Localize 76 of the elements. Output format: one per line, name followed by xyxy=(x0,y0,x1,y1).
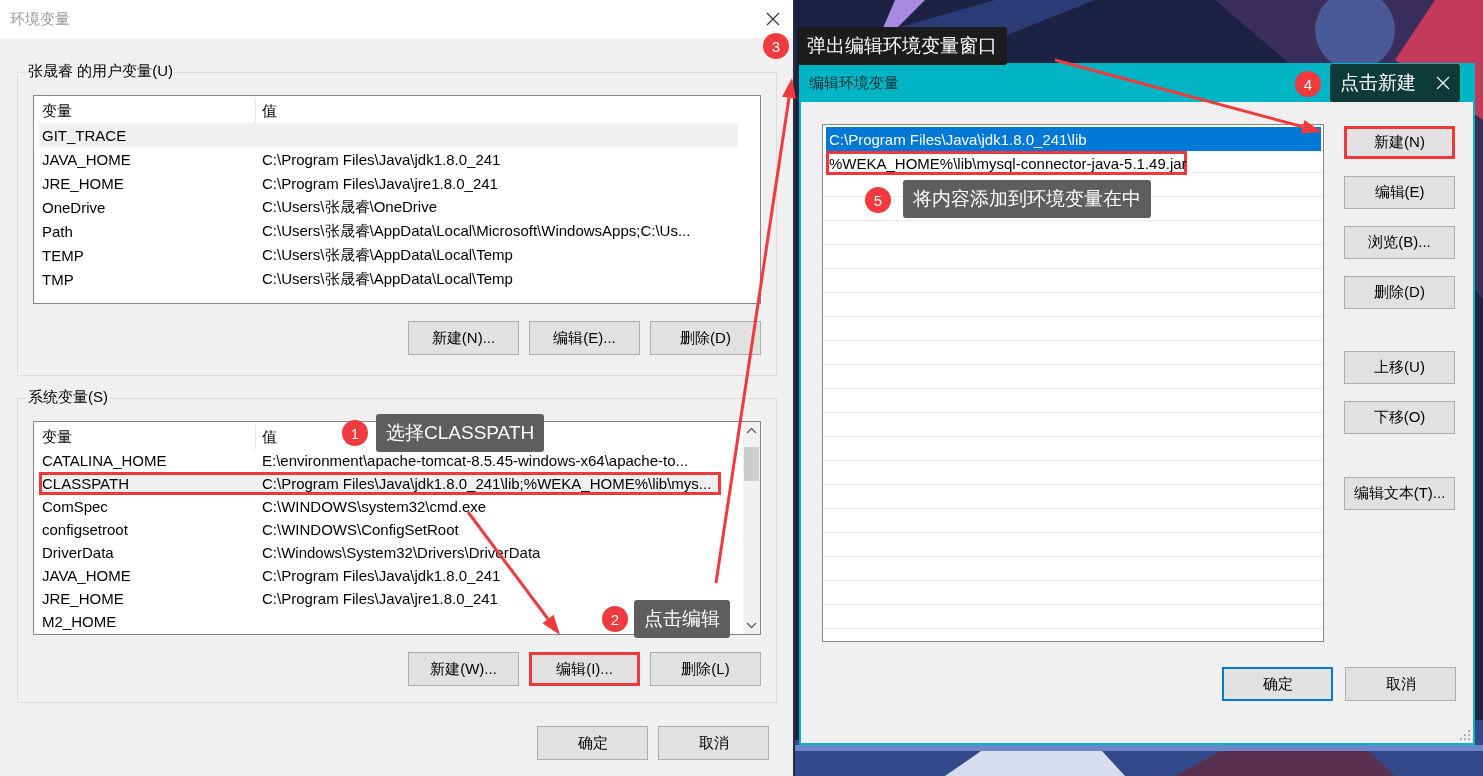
dialog-button[interactable]: 编辑(E) xyxy=(1344,176,1455,209)
variable-name: TMP xyxy=(41,270,75,288)
variable-value: E:\environment\apache-tomcat-8.5.45-windows-x64\apache-to... xyxy=(261,452,689,469)
dialog-button[interactable]: 删除(D) xyxy=(650,321,761,355)
resize-grip-icon xyxy=(1459,729,1471,741)
dialog-button[interactable]: 取消 xyxy=(658,726,769,760)
variable-name: TEMP xyxy=(41,246,85,264)
variable-name: ComSpec xyxy=(41,498,109,515)
window-title: 环境变量 xyxy=(10,9,70,29)
scroll-thumb[interactable] xyxy=(744,447,759,481)
variable-name: JAVA_HOME xyxy=(41,150,132,168)
variable-value: C:\Program Files\Java\jre1.8.0_241 xyxy=(261,174,498,192)
variable-name: JRE_HOME xyxy=(41,174,125,192)
group-label: 张晟睿 的用户变量(U) xyxy=(26,62,175,81)
variable-name: CATALINA_HOME xyxy=(41,452,168,469)
dialog-button[interactable]: 编辑(E)... xyxy=(529,321,640,355)
callout-text: 点击新建 xyxy=(1340,71,1416,95)
dialog-button[interactable]: 取消 xyxy=(1345,667,1456,701)
variable-value: C:\Program Files\Java\jdk1.8.0_241 xyxy=(261,150,501,168)
variable-value: C:\Program Files\Java\jdk1.8.0_241 xyxy=(261,567,501,584)
window-title: 编辑环境变量 xyxy=(809,74,899,93)
close-icon[interactable] xyxy=(765,11,781,27)
list-entry[interactable]: C:\Program Files\Java\jdk1.8.0_241\lib xyxy=(826,127,1321,151)
variable-value: C:\Program Files\Java\jdk1.8.0_241\lib;%WEKA_HOME%\lib\mys... xyxy=(261,475,712,492)
variable-row[interactable]: GIT_TRACE xyxy=(39,123,738,147)
column-header[interactable]: 值 xyxy=(256,101,277,121)
group-label: 系统变量(S) xyxy=(26,388,110,407)
variable-row[interactable]: ComSpec C:\WINDOWS\system32\cmd.exe xyxy=(39,495,487,518)
column-header[interactable]: 变量 xyxy=(39,425,256,449)
variable-name: CLASSPATH xyxy=(41,475,130,492)
variable-row[interactable]: JRE_HOME C:\Program Files\Java\jre1.8.0_241 xyxy=(39,587,498,610)
variable-value: C:\Users\张晟睿\AppData\Local\Temp xyxy=(261,245,513,265)
dialog-button[interactable]: 上移(U) xyxy=(1344,351,1455,384)
dialog-button[interactable]: 浏览(B)... xyxy=(1344,226,1455,259)
variable-name: GIT_TRACE xyxy=(41,126,128,144)
dialog-button[interactable]: 确定 xyxy=(537,726,648,760)
variable-value: C:\WINDOWS\system32\cmd.exe xyxy=(261,498,487,515)
variable-name: OneDrive xyxy=(41,198,107,216)
column-header[interactable]: 值 xyxy=(256,427,277,447)
dialog-button[interactable]: 编辑文本(T)... xyxy=(1344,477,1455,510)
variable-row[interactable]: TEMP C:\Users\张晟睿\AppData\Local\Temp xyxy=(39,243,513,267)
dialog-button[interactable]: 确定 xyxy=(1222,667,1333,701)
variable-name: configsetroot xyxy=(41,521,129,538)
variable-value: C:\Users\张晟睿\OneDrive xyxy=(261,197,438,217)
variable-row[interactable]: M2_HOME xyxy=(39,610,256,633)
variable-row[interactable]: JRE_HOME C:\Program Files\Java\jre1.8.0_241 xyxy=(39,171,498,195)
variable-row[interactable]: CLASSPATH C:\Program Files\Java\jdk1.8.0_241\lib;%WEKA_HOME%\lib\mys... xyxy=(39,472,721,495)
callout-text: 将内容添加到环境变量在中 xyxy=(913,187,1141,211)
variable-name: M2_HOME xyxy=(41,613,118,630)
variable-row[interactable]: OneDrive C:\Users\张晟睿\OneDrive xyxy=(39,195,438,219)
variable-row[interactable]: configsetroot C:\WINDOWS\ConfigSetRoot xyxy=(39,518,459,541)
entry-text: C:\Program Files\Java\jdk1.8.0_241\lib xyxy=(828,130,1087,148)
dialog-button[interactable]: 删除(D) xyxy=(1344,276,1455,309)
variable-value: C:\WINDOWS\ConfigSetRoot xyxy=(261,521,459,538)
variable-row[interactable]: JAVA_HOME C:\Program Files\Java\jdk1.8.0_241 xyxy=(39,564,501,587)
variable-row[interactable]: TMP C:\Users\张晟睿\AppData\Local\Temp xyxy=(39,267,513,291)
dialog-button[interactable]: 删除(L) xyxy=(650,652,761,686)
variable-name: Path xyxy=(41,222,74,240)
dialog-button[interactable]: 新建(W)... xyxy=(408,652,519,686)
callout-text: 选择CLASSPATH xyxy=(386,421,535,445)
variable-name: JRE_HOME xyxy=(41,590,125,607)
variable-row[interactable]: CATALINA_HOME E:\environment\apache-tomcat-8.5.45-windows-x64\apache-to... xyxy=(39,449,689,472)
scrollbar[interactable] xyxy=(743,422,760,634)
variable-value: C:\Program Files\Java\jre1.8.0_241 xyxy=(261,590,498,607)
variable-value: C:\Users\张晟睿\AppData\Local\Temp xyxy=(261,269,513,289)
dialog-button[interactable]: 编辑(I)... xyxy=(529,652,640,686)
variable-row[interactable]: JAVA_HOME C:\Program Files\Java\jdk1.8.0_241 xyxy=(39,147,501,171)
variable-name: JAVA_HOME xyxy=(41,567,132,584)
variable-name: DriverData xyxy=(41,544,115,561)
variable-row[interactable]: Path C:\Users\张晟睿\AppData\Local\Microsoft\WindowsApps;C:\Us... xyxy=(39,219,691,243)
callout-text: 弹出编辑环境变量窗口 xyxy=(807,34,997,58)
dialog-button[interactable]: 下移(O) xyxy=(1344,401,1455,434)
dialog-button[interactable]: 新建(N)... xyxy=(408,321,519,355)
variable-value: C:\Users\张晟睿\AppData\Local\Microsoft\WindowsApps;C:\Us... xyxy=(261,221,691,241)
callout-text: 点击编辑 xyxy=(644,607,720,631)
dialog-button[interactable]: 新建(N) xyxy=(1344,126,1455,159)
